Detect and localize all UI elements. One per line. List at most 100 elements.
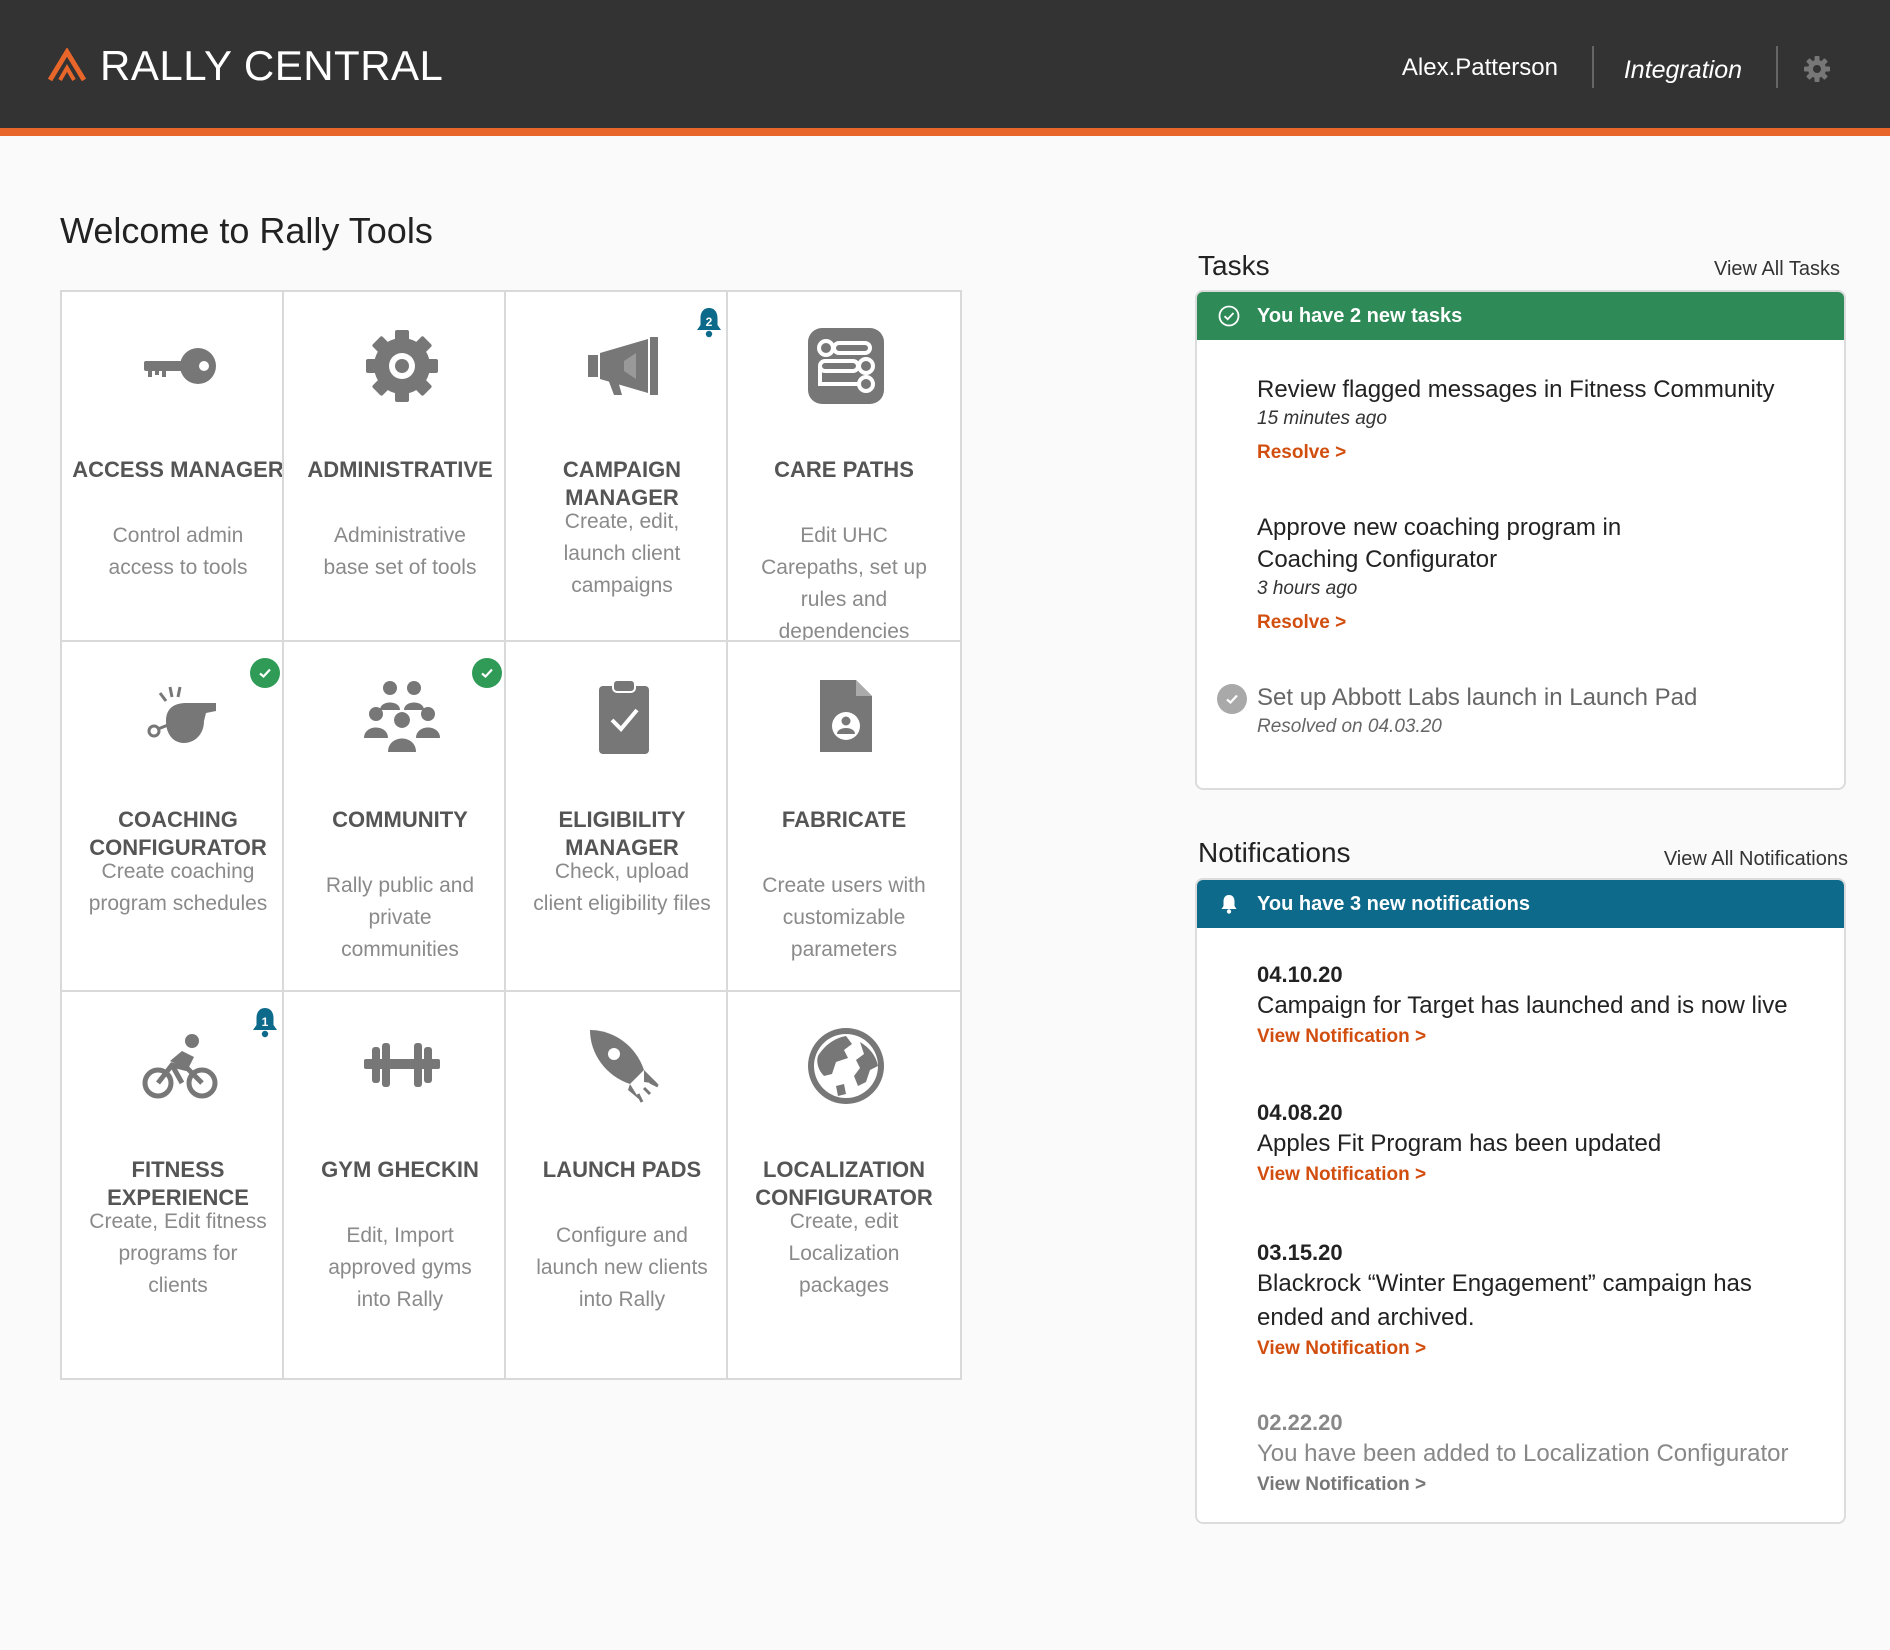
tool-card-community[interactable]: COMMUNITY Rally public and private communit… [282,640,518,1030]
tool-title-line: FABRICATE [781,807,907,832]
tool-title: LAUNCH PADS [512,1156,732,1184]
tool-title-line: ADMINISTRATIVE [307,457,493,482]
rally-logo-icon [48,48,86,82]
view-notification-link[interactable]: View Notification > [1257,1474,1824,1496]
tool-description-line: Edit, Import [346,1224,454,1247]
tool-description-line: packages [799,1274,889,1297]
view-all-tasks-link[interactable]: View All Tasks [1714,258,1840,281]
badge-count: 2 [705,315,713,329]
view-all-notifications-link[interactable]: View All Notifications [1664,848,1848,871]
user-menu[interactable]: Alex.Patterson [1402,54,1558,82]
tool-card-eligibility-manager[interactable]: ELIGIBILITY MANAGER Check, upload client el… [504,640,740,1030]
notification-date: 03.15.20 [1257,1240,1343,1265]
task-time: 3 hours ago [1257,578,1358,599]
gear-icon[interactable] [1802,54,1832,84]
notification-item-read: 02.22.20 You have been added to Localiza… [1257,1410,1824,1496]
tool-card-localization-configurator[interactable]: LOCALIZATION CONFIGURATOR Create, edit Loca… [726,990,962,1380]
tool-description-line: access to tools [108,556,248,579]
task-time: Resolved on 04.03.20 [1257,716,1442,737]
tool-description-line: clients [148,1274,208,1297]
tool-title-line: ACCESS MANAGER [72,457,284,482]
notification-text: ended and archived. [1257,1304,1475,1331]
user-file-icon [806,676,886,756]
cyclist-icon [140,1026,220,1106]
tool-card-gym-gheckin[interactable]: GYM GHECKIN Edit, Import approved gyms into… [282,990,518,1380]
tool-title-line: ELIGIBILITY [558,807,686,832]
tool-description-line: Check, upload [554,860,690,883]
tool-description-line: campaigns [571,574,673,597]
tool-card-coaching-configurator[interactable]: COACHING CONFIGURATOR Create coaching progr… [60,640,296,1030]
task-time: 15 minutes ago [1257,408,1387,429]
tool-description-line: parameters [790,938,898,961]
notification-item: 03.15.20 Blackrock “Winter Engagement” c… [1257,1240,1824,1360]
tool-description: Administrative base set of tools [296,520,504,584]
tool-description: Edit UHC Carepaths, set up rules and depend… [740,520,948,648]
check-circle-icon [1217,304,1241,328]
notifications-banner-text: You have 3 new notifications [1257,892,1531,915]
notification-date: 04.10.20 [1257,962,1343,987]
tool-description-line: Administrative [334,524,466,547]
notification-date: 04.08.20 [1257,1100,1343,1125]
tool-description: Create coaching program schedules [74,856,282,920]
tool-description-line: programs for [118,1242,238,1265]
tool-description-line: customizable [782,906,906,929]
tool-title-line: CARE PATHS [774,457,914,482]
tool-description-line: launch client [563,542,681,565]
tool-description-line: into Rally [578,1288,666,1311]
tool-card-access-manager[interactable]: ACCESS MANAGER Control admin access to too… [60,290,296,680]
tasks-banner: You have 2 new tasks [1197,292,1844,340]
notification-date: 02.22.20 [1257,1410,1343,1435]
tool-card-administrative[interactable]: ADMINISTRATIVE Administrative base set of … [282,290,518,680]
environment-selector[interactable]: Integration [1624,56,1742,85]
view-notification-link[interactable]: View Notification > [1257,1026,1824,1048]
resolve-link[interactable]: Resolve > [1257,612,1824,634]
view-notification-link[interactable]: View Notification > [1257,1164,1824,1186]
tool-title-line: LOCALIZATION [762,1157,926,1182]
tool-title-line: FITNESS [131,1157,225,1182]
tool-description-line: Edit UHC [800,524,888,547]
notification-text: Blackrock “Winter Engagement” campaign h… [1257,1270,1752,1297]
rocket-icon [584,1026,664,1106]
badge-count: 1 [261,1015,269,1029]
tool-card-fabricate[interactable]: FABRICATE Create users with customizable pa… [726,640,962,1030]
whistle-icon [140,676,220,756]
task-text: Review flagged messages in Fitness Commu… [1257,376,1775,403]
tasks-panel: You have 2 new tasks Review flagged mess… [1195,290,1846,790]
tool-description-line: rules and [800,588,888,611]
tasks-heading: Tasks [1198,250,1270,281]
header-divider [1592,46,1594,88]
tool-description-line: private [368,906,432,929]
header-accent-stripe [0,128,1890,136]
tools-grid: ACCESS MANAGER Control admin access to too… [60,290,1100,1524]
tool-title: CARE PATHS [734,456,954,484]
view-notification-link[interactable]: View Notification > [1257,1338,1824,1360]
tool-title-line: COACHING [118,807,238,832]
tool-description-line: Localization [788,1242,900,1265]
tool-card-campaign-manager[interactable]: CAMPAIGN MANAGER Create, edit, launch clien… [504,290,740,680]
tool-title-line: COMMUNITY [332,807,468,832]
globe-icon [806,1026,886,1106]
header-divider [1776,46,1778,88]
tool-description-line: Create, Edit fitness [89,1210,267,1233]
notification-text: You have been added to Localization Conf… [1257,1440,1789,1467]
tool-description: Create, edit, launch client campaigns [518,506,726,602]
notification-item: 04.10.20 Campaign for Target has launche… [1257,962,1824,1048]
megaphone-icon [584,326,664,406]
tool-card-care-paths[interactable]: CARE PATHS Edit UHC Carepaths, set up rules… [726,290,962,680]
tool-description-line: Create coaching [101,860,255,883]
people-icon [362,676,442,756]
tool-card-fitness-experience[interactable]: FITNESS EXPERIENCE Create, Edit fitness pro… [60,990,296,1380]
tool-description-line: Carepaths, set up [761,556,927,579]
dumbbell-icon [362,1026,442,1106]
tool-description-line: into Rally [356,1288,444,1311]
tool-card-launch-pads[interactable]: LAUNCH PADS Configure and launch new clien… [504,990,740,1380]
tool-description-line: launch new clients [536,1256,708,1279]
tool-description: Configure and launch new clients into Rall… [518,1220,726,1316]
tool-description: Check, upload client eligibility files [518,856,726,920]
tasks-banner-text: You have 2 new tasks [1257,304,1463,327]
notifications-panel: You have 3 new notifications 04.10.20 Ca… [1195,878,1846,1524]
resolve-link[interactable]: Resolve > [1257,442,1824,464]
check-badge-icon [250,658,280,688]
check-circle-icon [1217,684,1247,714]
task-item: Review flagged messages in Fitness Commu… [1257,374,1824,464]
